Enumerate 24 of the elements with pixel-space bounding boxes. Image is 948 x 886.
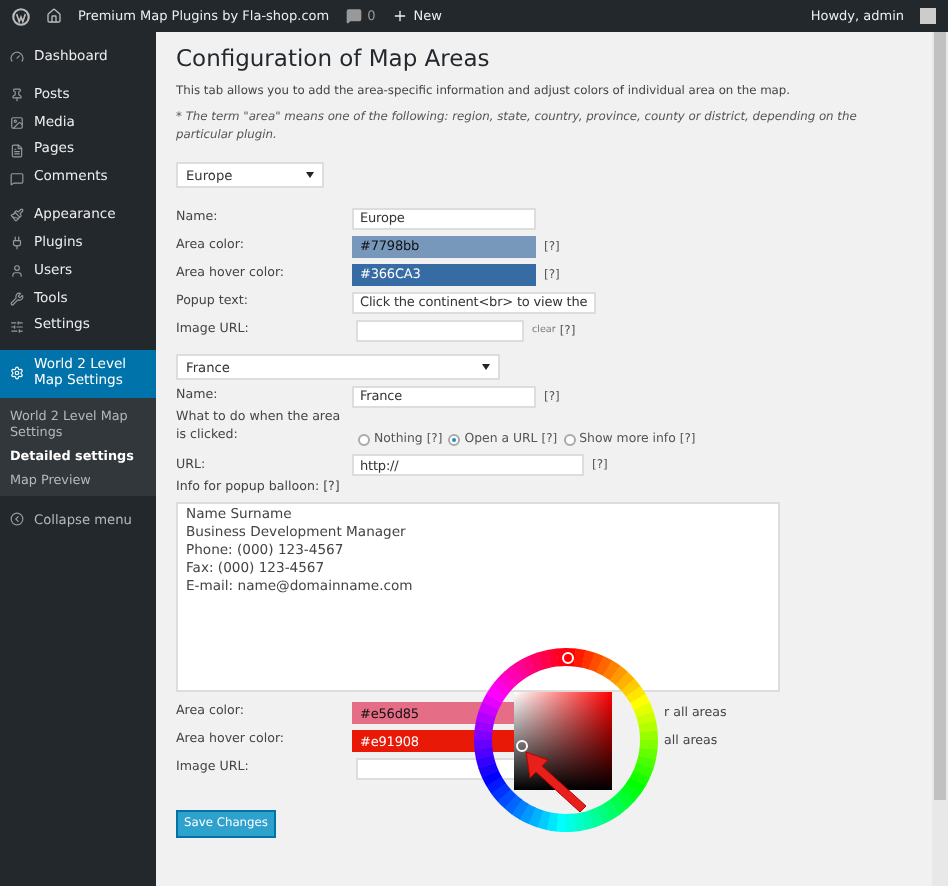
settings-icon	[10, 366, 24, 381]
collapse-icon	[10, 512, 24, 527]
home-icon[interactable]	[46, 8, 62, 24]
wordpress-logo-icon[interactable]	[12, 7, 30, 25]
radio-button[interactable]	[358, 433, 370, 446]
plug-icon	[10, 236, 24, 251]
gauge-icon	[10, 50, 24, 65]
radio-button[interactable]	[448, 433, 461, 446]
color-picker-dialog[interactable]	[474, 648, 658, 832]
pin-icon	[10, 88, 24, 103]
page-title: Configuration of Map Areas	[176, 44, 492, 72]
user-icon	[10, 264, 24, 279]
wrench-icon	[10, 291, 24, 306]
radio-button[interactable]	[563, 433, 576, 446]
scrollbar[interactable]	[932, 32, 948, 886]
url-field[interactable]	[356, 319, 524, 342]
plus-icon[interactable]	[391, 8, 408, 24]
speech-bubble-icon	[10, 171, 24, 186]
sliders-icon	[10, 319, 24, 334]
pointer-arrow-icon	[525, 751, 587, 813]
brush-icon	[10, 208, 24, 223]
document-icon	[10, 143, 24, 158]
image-icon	[10, 116, 24, 131]
comments-icon[interactable]	[345, 8, 362, 24]
